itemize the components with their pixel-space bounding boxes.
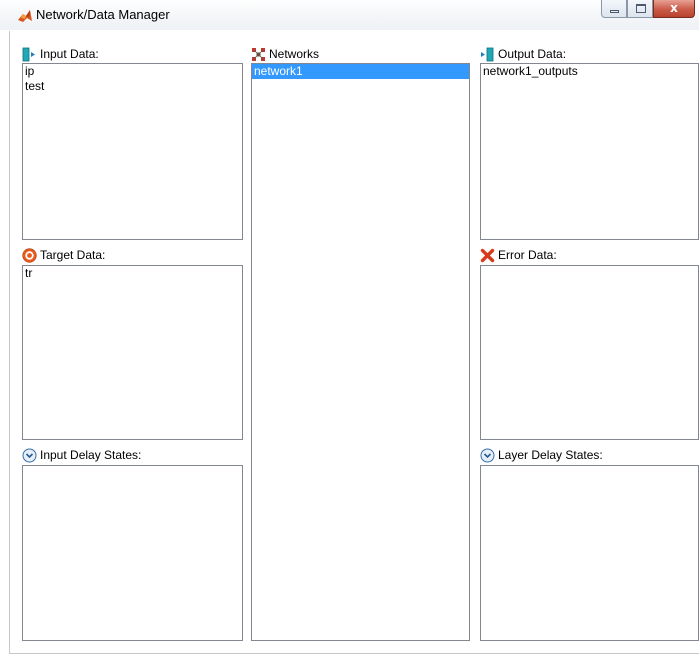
target-data-label: Target Data: bbox=[22, 247, 105, 263]
input-data-list[interactable]: ip test bbox=[22, 63, 243, 240]
list-item-selected[interactable]: network1 bbox=[252, 64, 469, 79]
networks-list[interactable]: network1 bbox=[251, 63, 470, 641]
minimize-icon bbox=[610, 10, 619, 13]
output-data-icon bbox=[481, 47, 494, 61]
input-delay-states-label: Input Delay States: bbox=[22, 447, 141, 463]
networks-label: Networks bbox=[251, 46, 319, 62]
layer-delay-states-label: Layer Delay States: bbox=[480, 447, 603, 463]
error-x-icon bbox=[480, 248, 495, 262]
maximize-button[interactable] bbox=[627, 0, 653, 18]
chevron-down-circle-icon bbox=[480, 448, 495, 462]
output-data-label: Output Data: bbox=[480, 46, 566, 62]
matlab-logo-icon bbox=[18, 10, 32, 22]
title-bar[interactable]: Network/Data Manager x bbox=[0, 0, 699, 30]
target-icon bbox=[22, 247, 37, 263]
error-data-label: Error Data: bbox=[480, 247, 557, 263]
network-icon bbox=[252, 47, 265, 61]
input-data-label: Input Data: bbox=[22, 46, 99, 62]
window-controls: x bbox=[601, 0, 695, 22]
list-item[interactable]: tr bbox=[23, 266, 242, 281]
layer-delay-states-list[interactable] bbox=[480, 465, 699, 641]
list-item[interactable]: ip bbox=[23, 64, 242, 79]
list-item[interactable]: test bbox=[23, 79, 242, 94]
input-delay-states-list[interactable] bbox=[22, 465, 243, 641]
window-title: Network/Data Manager bbox=[36, 7, 170, 22]
close-button[interactable]: x bbox=[653, 0, 695, 18]
input-data-icon bbox=[22, 47, 35, 61]
maximize-icon bbox=[636, 4, 646, 13]
minimize-button[interactable] bbox=[601, 0, 627, 18]
chevron-down-circle-icon bbox=[22, 448, 37, 462]
output-data-list[interactable]: network1_outputs bbox=[480, 63, 699, 240]
error-data-list[interactable] bbox=[480, 265, 699, 440]
list-item[interactable]: network1_outputs bbox=[481, 64, 698, 79]
target-data-list[interactable]: tr bbox=[22, 265, 243, 440]
